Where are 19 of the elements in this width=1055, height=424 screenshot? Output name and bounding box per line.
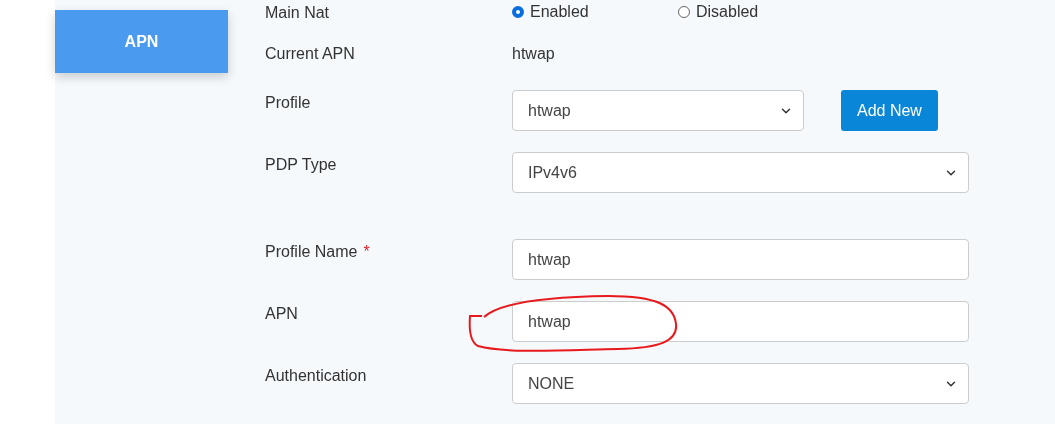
field-label: Profile: [265, 93, 312, 113]
field-label: Profile Name *: [265, 242, 371, 262]
radio-icon[interactable]: [512, 5, 524, 18]
field-label: Main Nat: [265, 3, 331, 23]
add-new-button[interactable]: Add New: [841, 90, 938, 131]
select-field[interactable]: NONE: [512, 363, 969, 404]
field-label: Current APN: [265, 44, 356, 64]
field-label: Authentication: [265, 366, 368, 386]
field-value: htwap: [512, 45, 555, 63]
text-field[interactable]: htwap: [512, 301, 969, 342]
select-field[interactable]: htwap: [512, 90, 804, 131]
required-asterisk: *: [363, 243, 370, 260]
radio-option[interactable]: Disabled: [678, 2, 844, 21]
select-field[interactable]: IPv4v6: [512, 152, 969, 193]
field-label: PDP Type: [265, 155, 338, 175]
text-field[interactable]: htwap: [512, 239, 969, 280]
field-label: APN: [265, 304, 299, 324]
radio-icon[interactable]: [678, 5, 690, 18]
radio-option[interactable]: Enabled: [512, 2, 678, 21]
